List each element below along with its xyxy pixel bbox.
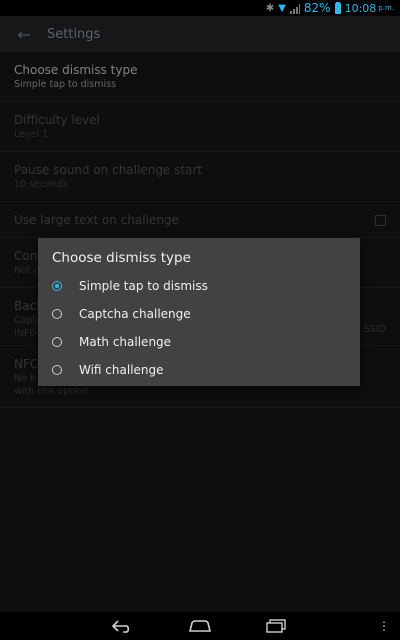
signal-icon [289,3,300,14]
menu-icon[interactable]: ⋮ [372,617,396,635]
battery-percent: 82% [303,1,331,15]
status-bar: ✱ ▼ 82% 10:08 p.m. [0,0,400,16]
option-captcha[interactable]: Captcha challenge [52,301,352,327]
radio-selected-icon[interactable] [52,281,62,291]
clock-time: 10:08 [344,1,377,15]
dismiss-type-dialog: Choose dismiss type Simple tap to dismis… [38,238,360,386]
wifi-icon: ▼ [278,2,286,14]
option-math[interactable]: Math challenge [52,329,352,355]
navigation-bar: ⋮ [0,612,400,640]
option-simple-tap[interactable]: Simple tap to dismiss [52,273,352,299]
bluetooth-icon: ✱ [265,2,275,14]
back-icon[interactable] [110,617,134,635]
clock-ampm: p.m. [378,4,394,12]
option-label: Simple tap to dismiss [79,279,208,293]
option-label: Wifi challenge [79,363,164,377]
radio-unselected-icon[interactable] [52,309,62,319]
option-wifi[interactable]: Wifi challenge [52,357,352,383]
battery-icon [334,1,341,14]
option-label: Captcha challenge [79,307,191,321]
radio-unselected-icon[interactable] [52,337,62,347]
radio-unselected-icon[interactable] [52,365,62,375]
recent-apps-icon[interactable] [264,617,288,635]
home-icon[interactable] [188,617,212,635]
option-label: Math challenge [79,335,172,349]
dialog-title: Choose dismiss type [52,250,191,266]
